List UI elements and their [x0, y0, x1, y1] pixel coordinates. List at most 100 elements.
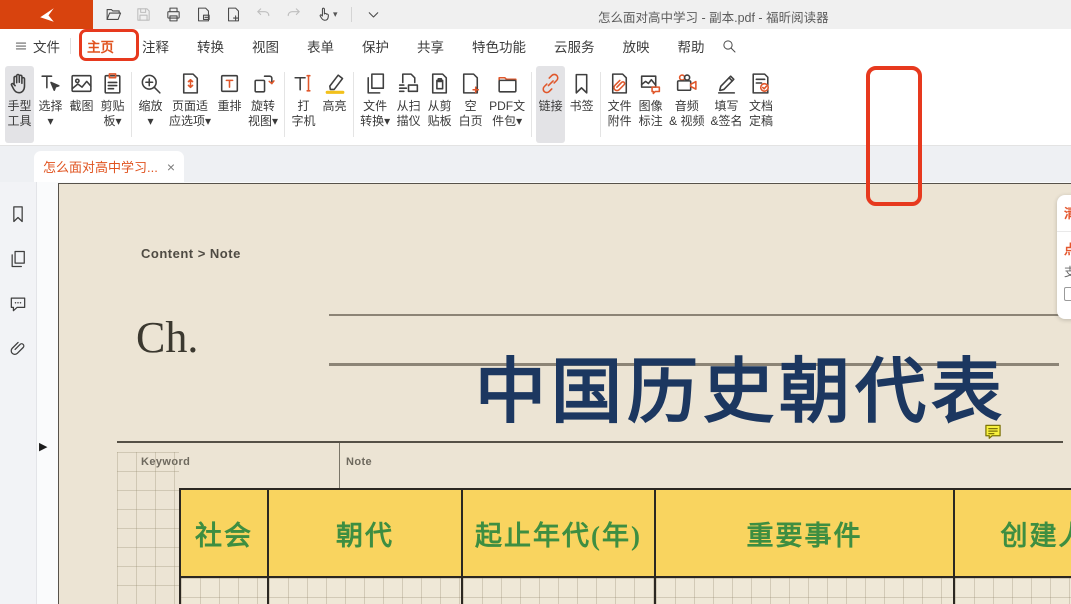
panel-label-3: 支: [1064, 263, 1071, 280]
toolbar-fill-sign-button[interactable]: 填写 &签名: [708, 66, 744, 143]
touch-mode-button[interactable]: ▾: [315, 6, 338, 23]
qat-separator: [351, 7, 352, 22]
foxit-logo-icon: [38, 6, 56, 24]
sidebar-attachments-panel-button[interactable]: [8, 339, 28, 359]
toolbar-group: 链接书签: [535, 66, 597, 143]
more-button[interactable]: [365, 6, 382, 23]
toolbar-select-button[interactable]: 选择 ▾: [36, 66, 65, 143]
print-button[interactable]: [165, 6, 182, 23]
toolbar-label: 填写 &签名: [710, 99, 742, 129]
toolbar-label: 打 字机: [292, 99, 316, 129]
toolbar-reflow-button[interactable]: 重排: [215, 66, 244, 143]
dynasty-table: 社会朝代起止年代(年)重要事件创建人: [179, 488, 1071, 604]
redo-button: [285, 6, 302, 23]
toolbar-label: 图像 标注: [639, 99, 663, 129]
menu-search[interactable]: [721, 38, 737, 54]
toolbar-label: 手型 工具: [7, 99, 31, 129]
right-side-panel[interactable]: 清 点 支: [1057, 195, 1071, 319]
camera-icon: [674, 71, 699, 96]
menu-cloud[interactable]: 云服务: [540, 29, 609, 62]
toolbar-from-scanner-button[interactable]: 从扫 描仪: [394, 66, 423, 143]
fit-page-icon: [178, 71, 203, 96]
toolbar-blank-page-button[interactable]: 空 白页: [456, 66, 485, 143]
toolbar-label: 音频 & 视频: [669, 99, 704, 129]
toolbar-highlight-button[interactable]: 高亮: [320, 66, 349, 143]
toolbar-label: 页面适 应选项▾: [169, 99, 211, 129]
menu-protect[interactable]: 保护: [348, 29, 403, 62]
select-icon: [38, 71, 63, 96]
toolbar-pdf-portfolio-button[interactable]: PDF文 件包▾: [487, 66, 527, 143]
panel-clear-link[interactable]: 清: [1064, 203, 1071, 222]
grid-paper-margin: [117, 452, 179, 604]
pages-icon: [8, 249, 28, 269]
toolbar-label: 书签: [570, 99, 594, 114]
page-breadcrumb: Content > Note: [141, 246, 241, 261]
sidebar-expand-handle[interactable]: ▶: [39, 440, 47, 453]
app-logo[interactable]: [0, 0, 93, 29]
open-button[interactable]: [105, 6, 122, 23]
table-header-cell: 重要事件: [656, 490, 955, 576]
new-page-button[interactable]: [225, 6, 242, 23]
table-body-cell: [656, 578, 955, 604]
toolbar-group: 打 字机高亮: [288, 66, 350, 143]
toolbar-zoom-button[interactable]: 缩放 ▾: [136, 66, 165, 143]
toolbar-clipboard-button[interactable]: 剪贴 板▾: [98, 66, 127, 143]
clipboard-icon: [100, 71, 125, 96]
undo-icon: [255, 6, 272, 23]
menu-share[interactable]: 共享: [403, 29, 458, 62]
toolbar-label: 从扫 描仪: [397, 99, 421, 129]
toolbar-link-button[interactable]: 链接: [536, 66, 565, 143]
menu-file[interactable]: 文件: [10, 29, 70, 62]
typewriter-icon: [291, 71, 316, 96]
toolbar-file-convert-button[interactable]: 文件 转换▾: [358, 66, 392, 143]
image-annot-icon: [638, 71, 663, 96]
save-button: [135, 6, 152, 23]
menu-convert[interactable]: 转换: [183, 29, 238, 62]
toolbar-typewriter-button[interactable]: 打 字机: [289, 66, 318, 143]
toolbar-label: 空 白页: [459, 99, 483, 129]
sidebar-bookmarks-panel-button[interactable]: [8, 204, 28, 224]
toolbar-fit-page-options-button[interactable]: 页面适 应选项▾: [167, 66, 213, 143]
table-body-row: [179, 578, 1071, 604]
reflow-icon: [217, 71, 242, 96]
bookmark-icon: [8, 204, 28, 224]
toolbar-group: 缩放 ▾页面适 应选项▾重排旋转 视图▾: [135, 66, 281, 143]
sidebar-comments-panel-button[interactable]: [8, 294, 28, 314]
toolbar-group: 手型 工具选择 ▾截图剪贴 板▾: [4, 66, 128, 143]
toolbar-snapshot-button[interactable]: 截图: [67, 66, 96, 143]
sticky-note-annotation-icon[interactable]: [983, 422, 1003, 442]
table-header-row: 社会朝代起止年代(年)重要事件创建人: [179, 488, 1071, 578]
toolbar-label: 文件 转换▾: [360, 99, 390, 129]
export-page-button[interactable]: [195, 6, 212, 23]
panel-label-2: 点: [1064, 239, 1071, 258]
toolbar-label: 剪贴 板▾: [100, 99, 124, 129]
menu-help[interactable]: 帮助: [664, 29, 719, 62]
document-viewport[interactable]: ▶ Content > Note Ch. 中国历史朝代表 Keyword Not…: [37, 182, 1071, 604]
menu-present[interactable]: 放映: [609, 29, 664, 62]
toolbar-hand-tool-button[interactable]: 手型 工具: [5, 66, 34, 143]
search-icon: [721, 38, 737, 54]
menu-comment[interactable]: 注释: [128, 29, 183, 62]
toolbar-doc-finalize-button[interactable]: 文档 定稿: [746, 66, 775, 143]
menu-form[interactable]: 表单: [293, 29, 348, 62]
sidebar-pages-panel-button[interactable]: [8, 249, 28, 269]
toolbar-from-clipboard-button[interactable]: 从剪 贴板: [425, 66, 454, 143]
toolbar-label: PDF文 件包▾: [489, 99, 525, 129]
table-body-cell: [463, 578, 656, 604]
toolbar-label: 文件 附件: [608, 99, 632, 129]
menu-home[interactable]: 主页: [73, 29, 128, 62]
panel-checkbox[interactable]: [1064, 287, 1071, 301]
pdf-page: Content > Note Ch. 中国历史朝代表 Keyword Note …: [58, 183, 1071, 604]
toolbar-group-separator: [131, 72, 132, 137]
toolbar-file-attachment-button[interactable]: 文件 附件: [605, 66, 634, 143]
toolbar-audio-video-button[interactable]: 音频 & 视频: [667, 66, 706, 143]
window-title: 怎么面对高中学习 - 副本.pdf - 福昕阅读器: [598, 7, 829, 26]
toolbar-rotate-view-button[interactable]: 旋转 视图▾: [246, 66, 280, 143]
printer-icon: [165, 6, 182, 23]
toolbar-group: 文件 转换▾ 从扫 描仪从剪 贴板空 白页PDF文 件包▾: [357, 66, 528, 143]
toolbar-bookmark-button[interactable]: 书签: [567, 66, 596, 143]
toolbar-image-annotation-button[interactable]: 图像 标注: [636, 66, 665, 143]
comment-icon: [8, 294, 28, 314]
menu-features[interactable]: 特色功能: [458, 29, 540, 62]
menu-view[interactable]: 视图: [238, 29, 293, 62]
